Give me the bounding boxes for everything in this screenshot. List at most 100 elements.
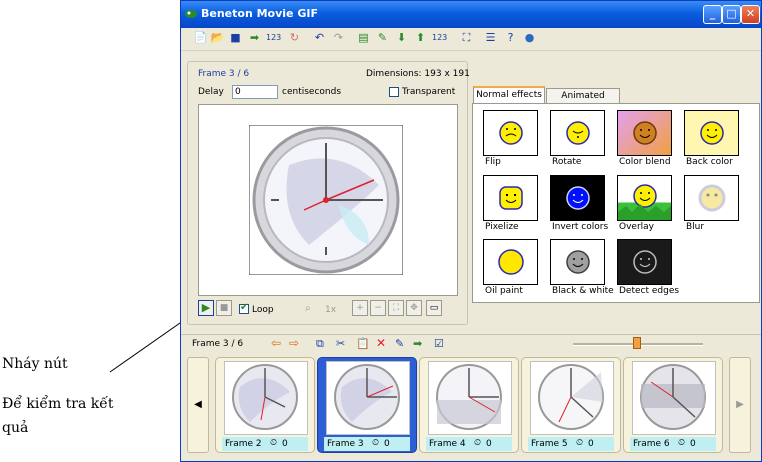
effect-color-blend[interactable] [617, 110, 672, 156]
frame-caption: Frame 3 ⏲ 0 [324, 437, 410, 451]
delay-label: Delay [198, 87, 224, 97]
export-icon[interactable]: ➡ [247, 30, 262, 45]
save-icon[interactable]: ■ [228, 30, 243, 45]
effect-label: Overlay [619, 222, 654, 232]
frame-strip-toolbar: Frame 3 / 6 ⇦ ⇨ ⧉ ✂ 📋 ✕ ✎ ➡ ☑ [181, 334, 761, 353]
frame-caption: Frame 6 ⏲ 0 [630, 437, 716, 451]
cut-icon[interactable]: ✂ [336, 337, 345, 350]
scroll-left-button[interactable]: ◀ [187, 357, 209, 453]
delay-input[interactable] [232, 85, 278, 99]
undo-icon[interactable]: ↶ [312, 30, 327, 45]
effect-label: Detect edges [619, 286, 680, 296]
toolbar: 📄 📂 ■ ➡ 123 ↻ ↶ ↷ ▤ ✎ ⬇ ⬆ 123 ⛶ ☰ ? ● [181, 28, 761, 51]
frame-delay: 0 [282, 439, 288, 449]
frame-delay: 0 [690, 439, 696, 449]
fit-button[interactable]: ⛶ [388, 300, 404, 316]
move-right-icon[interactable]: ⇨ [289, 336, 299, 350]
edit-icon[interactable]: ✎ [395, 337, 404, 350]
apply-icon[interactable]: ➡ [413, 337, 422, 350]
zoom-in-button[interactable]: + [352, 300, 368, 316]
effect-label: Invert colors [552, 222, 609, 232]
new-icon[interactable]: 📄 [193, 30, 208, 45]
maximize-button[interactable]: □ [722, 5, 741, 24]
effect-label: Black & white [552, 286, 614, 296]
zoom-icon: ⌕ [305, 303, 311, 314]
refresh-icon[interactable]: ↻ [287, 30, 302, 45]
app-window: Beneton Movie GIF _ □ ✕ 📄 📂 ■ ➡ 123 ↻ ↶ … [180, 0, 762, 462]
help-icon[interactable]: ? [503, 30, 518, 45]
frame-image [530, 361, 614, 435]
minimize-button[interactable]: _ [703, 5, 722, 24]
import-icon[interactable]: ⬇ [394, 30, 409, 45]
edit-frame-icon[interactable]: ✎ [375, 30, 390, 45]
open-icon[interactable]: 📂 [210, 30, 225, 45]
frame-thumbnail[interactable]: Frame 2 ⏲ 0 [215, 357, 315, 453]
thumb-size-slider-thumb[interactable] [633, 337, 641, 349]
frame-name: Frame 3 [327, 439, 364, 449]
paste-icon[interactable]: 📋 [356, 337, 370, 350]
loop-check-mark: ✔ [240, 302, 249, 313]
effect-oil-paint[interactable] [483, 239, 538, 285]
strip-frame-counter: Frame 3 / 6 [192, 339, 244, 349]
title-bar[interactable]: Beneton Movie GIF _ □ ✕ [181, 1, 761, 28]
add-frame-icon[interactable]: ▤ [356, 30, 371, 45]
frame-image [428, 361, 512, 435]
play-button[interactable]: ▶ [198, 300, 214, 316]
frame-caption: Frame 2 ⏲ 0 [222, 437, 308, 451]
copy-icon[interactable]: ⧉ [316, 337, 324, 351]
tab-normal-effects[interactable]: Normal effects [473, 86, 545, 104]
frame-name: Frame 6 [633, 439, 670, 449]
frame-preview [198, 104, 458, 296]
effect-label: Pixelize [485, 222, 519, 232]
delay-unit-label: centiseconds [282, 87, 342, 97]
delete-icon[interactable]: ✕ [376, 336, 386, 350]
transparent-label: Transparent [402, 87, 456, 97]
frame-strip: ◀ Frame 2 ⏲ 0 Frame 3 ⏲ 0 Frame 4 ⏲ 0 Fr… [185, 355, 759, 459]
frame-image [224, 361, 308, 435]
properties-icon[interactable]: ☰ [483, 30, 498, 45]
effect-back-color[interactable] [684, 110, 739, 156]
scroll-right-button[interactable]: ▶ [729, 357, 751, 453]
window-title: Beneton Movie GIF [201, 7, 318, 20]
effect-detect-edges[interactable] [617, 239, 672, 285]
effect-blur[interactable] [684, 175, 739, 221]
zoom-out-button[interactable]: − [370, 300, 386, 316]
frame-thumbnail[interactable]: Frame 4 ⏲ 0 [419, 357, 519, 453]
clock-image [249, 125, 403, 275]
effect-rotate[interactable] [550, 110, 605, 156]
transparent-checkbox[interactable] [389, 87, 399, 97]
close-button[interactable]: ✕ [741, 5, 760, 24]
web-icon[interactable]: ● [522, 30, 537, 45]
redo-icon[interactable]: ↷ [331, 30, 346, 45]
frame-name: Frame 5 [531, 439, 568, 449]
effect-invert-colors[interactable] [550, 175, 605, 221]
frame-thumbnail-selected[interactable]: Frame 3 ⏲ 0 [317, 357, 417, 453]
timer-icon: ⏲ [474, 438, 482, 448]
check-icon[interactable]: ☑ [434, 337, 444, 350]
dimensions-label: Dimensions: 193 x 191 [366, 69, 470, 79]
loop-label: Loop [252, 305, 274, 315]
timer-icon: ⏲ [576, 438, 584, 448]
effect-black-white[interactable] [550, 239, 605, 285]
sequence-icon[interactable]: 123 [432, 30, 447, 45]
frame-thumbnail[interactable]: Frame 6 ⏲ 0 [623, 357, 723, 453]
effect-label: Color blend [619, 157, 671, 167]
renumber-icon[interactable]: 123 [266, 30, 281, 45]
effect-label: Rotate [552, 157, 582, 167]
tab-animated-effects[interactable]: Animated effects [546, 88, 620, 116]
effect-label: Back color [686, 157, 733, 167]
frame-thumbnail[interactable]: Frame 5 ⏲ 0 [521, 357, 621, 453]
pan-button[interactable]: ✥ [406, 300, 422, 316]
fullscreen-button[interactable]: ▭ [426, 300, 442, 316]
frame-delay: 0 [486, 439, 492, 449]
frame-delay: 0 [384, 439, 390, 449]
effect-flip[interactable] [483, 110, 538, 156]
effect-label: Flip [485, 157, 501, 167]
move-left-icon[interactable]: ⇦ [271, 336, 281, 350]
effect-pixelize[interactable] [483, 175, 538, 221]
stop-button[interactable]: ■ [216, 300, 232, 316]
frame-panel: Frame 3 / 6 Dimensions: 193 x 191 Delay … [187, 61, 470, 325]
resize-icon[interactable]: ⛶ [459, 30, 474, 45]
insert-icon[interactable]: ⬆ [413, 30, 428, 45]
effect-overlay[interactable] [617, 175, 672, 221]
